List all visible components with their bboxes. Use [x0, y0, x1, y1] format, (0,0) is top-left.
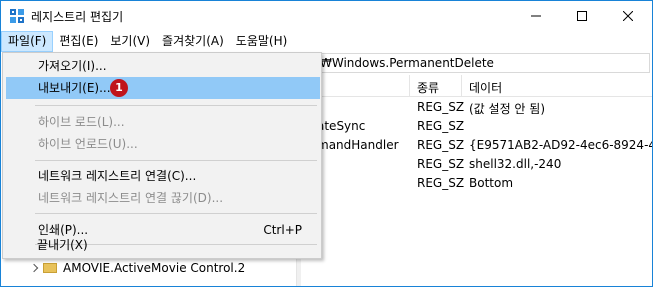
menu-bar: 파일(F) 편집(E) 보기(V) 즐겨찾기(A) 도움말(H): [1, 31, 652, 52]
column-separator[interactable]: [409, 75, 410, 97]
menu-item-import[interactable]: 가져오기(I)...: [6, 55, 320, 77]
maximize-icon: [577, 11, 587, 21]
value-type: REG_SZ: [417, 100, 465, 114]
menu-file[interactable]: 파일(F): [1, 31, 54, 52]
value-data: Bottom: [469, 176, 514, 190]
tree-item[interactable]: AMOVIE.ActiveMovie Control.2: [29, 259, 246, 277]
menu-item-export-label: 내보내기(E)...: [38, 81, 111, 95]
value-type: REG_SZ: [417, 138, 465, 152]
value-data: {E9571AB2-AD92-4ec6-8924-4E5: [469, 138, 652, 152]
value-type: REG_SZ: [417, 157, 465, 171]
value-name: mandHandler: [317, 138, 399, 152]
menu-item-connect-network[interactable]: 네트워크 레지스트리 연결(C)...: [6, 165, 320, 187]
window-title: 레지스트리 편집기: [31, 10, 124, 24]
registry-editor-window: 레지스트리 편집기 파일(F) 편집(E) 보기(V) 즐겨찾기(A) 도움말(…: [0, 0, 653, 287]
folder-icon: [43, 263, 57, 273]
close-icon: [623, 11, 633, 21]
menu-item-load-hive: 하이브 로드(L)...: [38, 115, 125, 129]
list-row[interactable]: REG_SZ (값 설정 안 됨): [301, 98, 652, 117]
value-type: REG_SZ: [417, 119, 465, 133]
step-badge: 1: [110, 79, 128, 97]
menu-item-export[interactable]: 내보내기(E)... 1: [6, 77, 320, 99]
minimize-icon: [531, 15, 541, 17]
list-row[interactable]: mandHandler REG_SZ {E9571AB2-AD92-4ec6-8…: [301, 136, 652, 155]
value-data: shell32.dll,-240: [469, 157, 562, 171]
menu-item-unload-hive: 하이브 언로드(U)...: [38, 137, 138, 151]
menu-separator: [35, 105, 317, 106]
column-separator[interactable]: [461, 75, 462, 97]
list-row[interactable]: REG_SZ Bottom: [301, 174, 652, 193]
file-menu-dropdown: 가져오기(I)... 내보내기(E)... 1 하이브 로드(L)... 하이브…: [2, 52, 322, 259]
menu-separator: [35, 213, 317, 214]
list-header: 종류 데이터: [301, 75, 652, 97]
menu-view[interactable]: 보기(V): [104, 31, 156, 52]
registry-app-icon: [10, 9, 24, 23]
menu-help[interactable]: 도움말(H): [230, 31, 294, 52]
list-row[interactable]: ateSync REG_SZ: [301, 117, 652, 136]
column-header-data[interactable]: 데이터: [469, 79, 502, 96]
title-bar: 레지스트리 편집기: [1, 1, 652, 31]
maximize-button[interactable]: [559, 1, 605, 31]
menu-separator: [35, 160, 317, 161]
menu-edit[interactable]: 편집(E): [53, 31, 104, 52]
menu-favorites[interactable]: 즐겨찾기(A): [156, 31, 230, 52]
value-type: REG_SZ: [417, 176, 465, 190]
chevron-right-icon[interactable]: [29, 263, 39, 273]
value-data: (값 설정 안 됨): [469, 102, 546, 116]
tree-item-label: AMOVIE.ActiveMovie Control.2: [63, 261, 246, 275]
menu-item-exit[interactable]: 끝내기(X): [5, 234, 319, 256]
list-row[interactable]: REG_SZ shell32.dll,-240: [301, 155, 652, 174]
column-header-type[interactable]: 종류: [417, 79, 439, 96]
value-name: ateSync: [317, 119, 366, 133]
menu-item-disconnect-network: 네트워크 레지스트리 연결 끊기(D)...: [38, 191, 224, 205]
minimize-button[interactable]: [513, 1, 559, 31]
close-button[interactable]: [605, 1, 651, 31]
